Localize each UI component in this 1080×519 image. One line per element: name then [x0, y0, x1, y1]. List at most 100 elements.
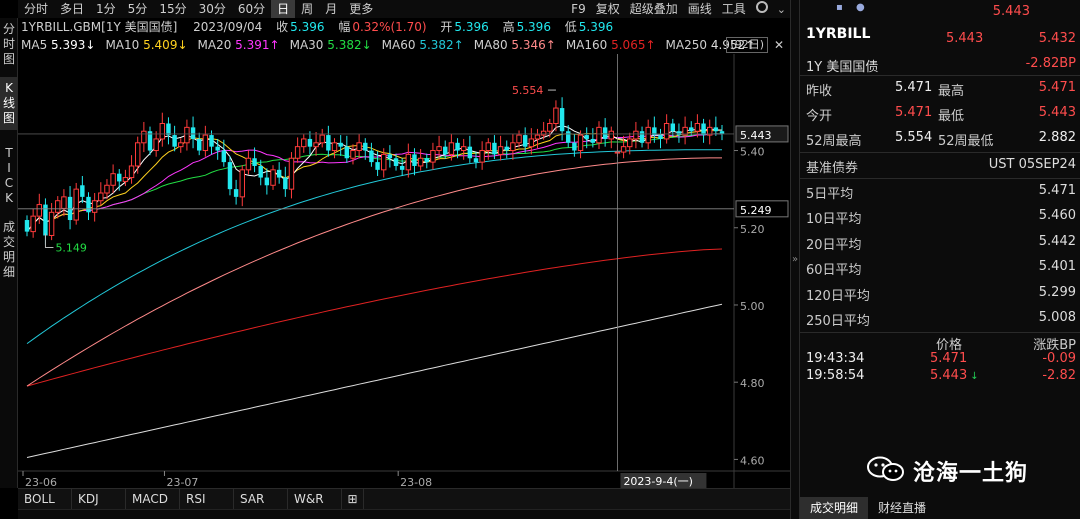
panel-tab-1[interactable]: 财经直播: [868, 497, 936, 519]
indicator-tab-1[interactable]: KDJ: [72, 489, 126, 509]
stats-grid: 昨收 5.471 最高 5.471 今开 5.471 最低 5.443 52周最高 5.554 52…: [800, 76, 1080, 153]
candle-body: [319, 134, 325, 144]
panel-splitter[interactable]: »: [790, 0, 800, 519]
candle-body: [694, 123, 701, 132]
candle-body: [369, 150, 374, 163]
period-tab-3[interactable]: 5分: [122, 0, 154, 18]
candle-body: [430, 150, 436, 163]
ma-value: 5.346↑: [511, 38, 556, 52]
period-tab-2[interactable]: 1分: [90, 0, 122, 18]
toolbar-action-2[interactable]: 超级叠加: [625, 0, 683, 18]
period-tab-5[interactable]: 30分: [193, 0, 232, 18]
average-value: 5.299: [1038, 284, 1076, 300]
candle-body: [443, 146, 448, 155]
average-row: 20日平均 5.442: [800, 230, 1080, 256]
panel-symbol: 1YRBILL: [806, 26, 871, 42]
toolbar-action-4[interactable]: 工具: [717, 0, 751, 18]
candle-body: [713, 127, 719, 132]
indicator-tab-4[interactable]: SAR: [234, 489, 288, 509]
ma-name: MA250: [665, 38, 711, 52]
panel-tab-0[interactable]: 成交明细: [800, 497, 869, 519]
expand-icon[interactable]: »: [792, 254, 798, 265]
days-badge[interactable]: (92日): [726, 37, 768, 53]
candle-body: [178, 142, 184, 148]
view-tab-0[interactable]: 分时图: [0, 18, 18, 71]
stat-value: 2.882: [1038, 130, 1076, 145]
period-tab-7[interactable]: 日: [271, 0, 296, 18]
ma-name: MA160: [565, 38, 612, 52]
toolbar-action-0[interactable]: F9: [566, 0, 591, 18]
view-tab-1[interactable]: K线图: [0, 77, 18, 130]
candle-body: [356, 142, 362, 152]
period-tab-0[interactable]: 分时: [18, 0, 54, 18]
indicator-tabs: BOLL KDJ MACD RSI SAR W&R ⊞: [18, 488, 790, 509]
ma-value: 5.391↑: [235, 38, 280, 52]
candle-body: [479, 150, 485, 163]
bid-price: 5.443: [946, 31, 984, 46]
candle[interactable]: [73, 182, 79, 225]
trade-price: 5.443 ↓: [930, 368, 979, 383]
averages-list: 5日平均 5.471 10日平均 5.460 20日平均 5.442 60日平均 5.401 1…: [800, 179, 1080, 333]
pin-icon[interactable]: ▪: [836, 2, 843, 13]
indicator-tab-5[interactable]: W&R: [288, 489, 342, 509]
close-icon[interactable]: ✕: [774, 36, 784, 54]
low-value: 5.396: [578, 20, 614, 34]
view-tab-3[interactable]: 成交明细: [0, 216, 18, 284]
ma-legend-item: MA160 5.065↑: [566, 38, 656, 52]
max-annotation: 5.554: [512, 84, 544, 97]
period-tab-1[interactable]: 多日: [54, 0, 90, 18]
chevron-down-icon[interactable]: ⌄: [773, 3, 790, 16]
indicator-tab-3[interactable]: RSI: [180, 489, 234, 509]
settings-button[interactable]: [751, 0, 773, 18]
candle-body: [98, 192, 104, 202]
trade-price-value: 5.443: [930, 367, 968, 383]
horizontal-scrollbar[interactable]: [18, 509, 790, 519]
down-arrow-icon: ↓: [970, 370, 979, 382]
candle-body: [633, 130, 639, 140]
candle-body: [448, 142, 455, 155]
period-tab-10[interactable]: 更多: [343, 0, 379, 18]
candle-body: [184, 126, 190, 144]
candle-body: [460, 146, 467, 152]
open-label: 开: [440, 20, 453, 34]
crosshair-price-tag: 5.249: [740, 204, 772, 217]
candle-body: [701, 123, 706, 136]
period-tab-4[interactable]: 15分: [153, 0, 192, 18]
candle-body: [190, 127, 196, 139]
kline-chart[interactable]: 5.40 5.20 5.00 4.80 4.60 5.554 5.149 5.443 5.249…: [18, 54, 790, 488]
period-tab-8[interactable]: 周: [295, 0, 319, 18]
alert-icon[interactable]: ●: [856, 2, 865, 13]
candle-body: [719, 131, 725, 134]
candle-body: [110, 173, 116, 186]
min-annotation: 5.149: [55, 241, 86, 254]
stat-label: 最低: [938, 109, 965, 124]
trades-list: 价格 涨跌BP 19:43:34 5.471 -0.09 19:58:54 5.443 ↓…: [800, 333, 1080, 385]
candle-body: [61, 196, 67, 209]
view-tab-char: 线: [2, 96, 15, 110]
period-tab-9[interactable]: 月: [319, 0, 343, 18]
benchmark-label: 基准债券: [806, 161, 859, 176]
stat-label: 最高: [938, 84, 965, 99]
candle-body: [270, 169, 276, 186]
indicator-tab-2[interactable]: MACD: [126, 489, 180, 509]
instrument-name-row: 1Y 美国国债 -2.82BP: [800, 52, 1080, 76]
candle-body: [528, 138, 535, 148]
view-tab-2[interactable]: TICK: [0, 142, 18, 210]
candle-body: [221, 150, 227, 163]
add-indicator-button[interactable]: ⊞: [342, 489, 364, 509]
ma-legend-item: MA5 5.393↓: [21, 38, 95, 52]
candle-body: [553, 107, 559, 125]
candle-body: [331, 142, 338, 152]
toolbar-action-3[interactable]: 画线: [683, 0, 717, 18]
average-label: 60日平均: [806, 263, 862, 278]
high-value: 5.396: [516, 20, 551, 34]
average-label: 10日平均: [806, 212, 862, 227]
toolbar-action-1[interactable]: 复权: [591, 0, 625, 18]
y-tick-label: 5.40: [740, 146, 765, 159]
period-tab-6[interactable]: 60分: [232, 0, 271, 18]
trade-row: 19:43:34 5.471 -0.09: [800, 351, 1080, 368]
candle-body: [590, 138, 596, 143]
indicator-tab-0[interactable]: BOLL: [18, 489, 72, 509]
trade-time: 19:58:54: [806, 367, 865, 383]
trade-time: 19:43:34: [806, 350, 865, 366]
